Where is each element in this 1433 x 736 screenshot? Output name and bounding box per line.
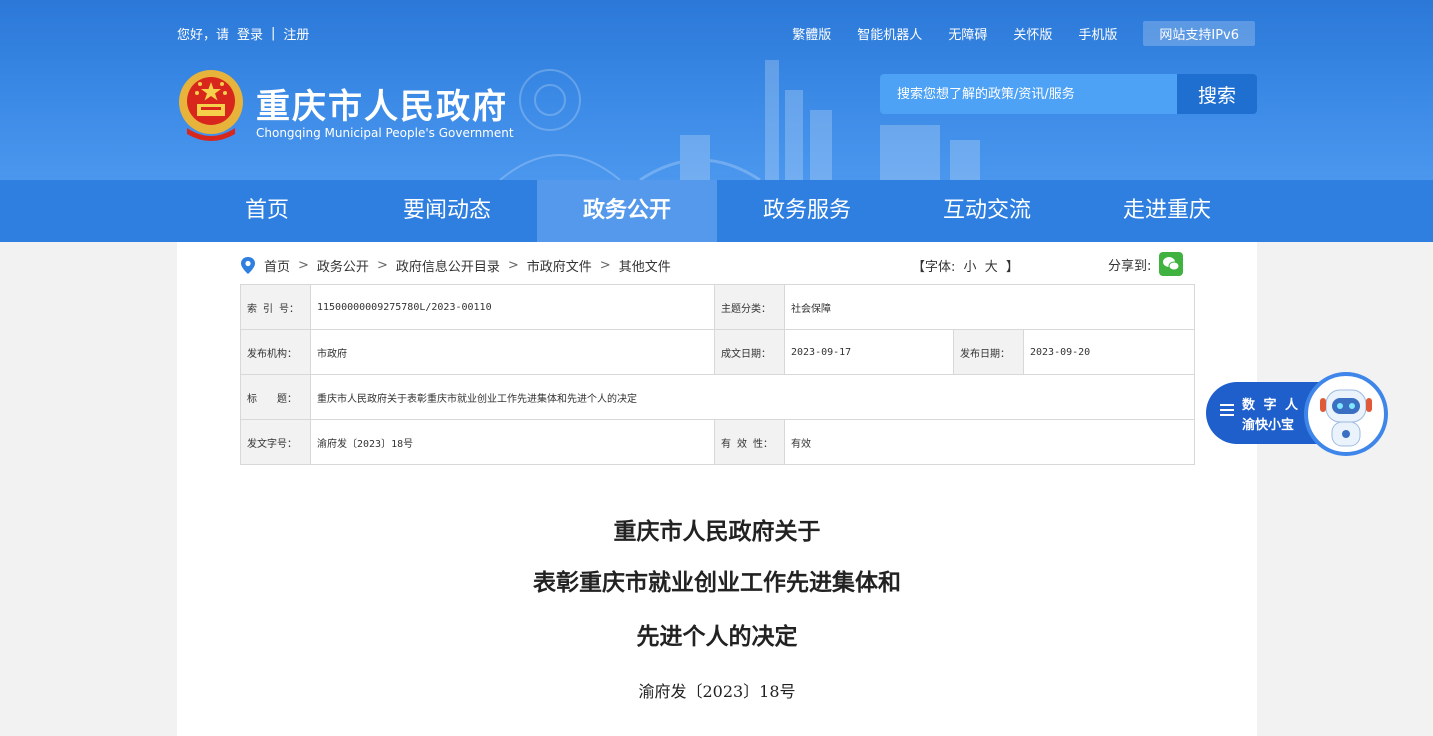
breadcrumb-separator: >: [507, 258, 519, 273]
breadcrumb-separator: >: [298, 258, 309, 273]
published-date-label: 发布日期：: [953, 329, 1024, 375]
written-date-label: 成文日期：: [714, 329, 785, 375]
site-title[interactable]: 重庆市人民政府: [256, 79, 508, 128]
nav-item-government-affairs[interactable]: 政务公开: [537, 180, 717, 242]
accessibility-link[interactable]: 无障碍: [948, 24, 987, 43]
issuer-label: 发布机构：: [240, 329, 311, 375]
font-small-button[interactable]: 小: [964, 260, 977, 275]
care-mode-link[interactable]: 关怀版: [1013, 24, 1052, 43]
validity-label: 有 效 性：: [714, 419, 785, 465]
breadcrumb-info-directory[interactable]: 政府信息公开目录: [396, 256, 500, 275]
font-size-control: 【字体: 小 大 】: [910, 256, 1021, 275]
table-row: 发文字号： 渝府发〔2023〕18号 有 效 性： 有效: [240, 419, 1196, 465]
wechat-share-icon[interactable]: [1159, 252, 1184, 276]
document-title-line-2: 表彰重庆市就业创业工作先进集体和: [533, 569, 901, 596]
robot-avatar-icon[interactable]: [1304, 372, 1388, 456]
nav-item-about-chongqing[interactable]: 走进重庆: [1077, 180, 1257, 242]
robot-link[interactable]: 智能机器人: [857, 24, 922, 43]
assistant-line-2: 渝快小宝: [1242, 418, 1295, 433]
breadcrumb-other-docs[interactable]: 其他文件: [619, 256, 671, 275]
location-pin-icon: [241, 256, 255, 274]
register-link[interactable]: 注册: [283, 24, 309, 43]
login-bar: 您好，请 登录 | 注册: [177, 24, 309, 43]
doc-number-label: 发文字号：: [240, 419, 311, 465]
ipv6-badge: 网站支持IPv6: [1143, 21, 1255, 46]
digital-assistant-widget[interactable]: 数 字 人 渝快小宝: [1206, 372, 1390, 458]
title-label: 标 题：: [240, 374, 311, 420]
share-label: 分享到:: [1108, 258, 1152, 274]
mobile-link[interactable]: 手机版: [1078, 24, 1117, 43]
login-divider: |: [271, 26, 276, 41]
topic-value: 社会保障: [783, 284, 1196, 330]
nav-item-interaction[interactable]: 互动交流: [897, 180, 1077, 242]
font-size-label: 【字体:: [912, 260, 956, 275]
nav-item-services[interactable]: 政务服务: [717, 180, 897, 242]
site-header: 您好，请 登录 | 注册 繁體版 智能机器人 无障碍 关怀版 手机版 网站支持I…: [0, 0, 1433, 180]
site-subtitle: Chongqing Municipal People's Government: [256, 126, 514, 140]
table-row: 索 引 号： 11500000009275780L/2023-00110 主题分…: [240, 284, 1196, 330]
breadcrumb-government-affairs[interactable]: 政务公开: [317, 256, 369, 275]
traditional-chinese-link[interactable]: 繁體版: [792, 24, 831, 43]
index-label: 索 引 号：: [240, 284, 311, 330]
validity-value: 有效: [783, 419, 1196, 465]
written-date-value: 2023-09-17: [784, 329, 954, 375]
breadcrumb-city-docs[interactable]: 市政府文件: [527, 256, 592, 275]
table-row: 发布机构： 市政府 成文日期： 2023-09-17 发布日期： 2023-09…: [240, 329, 1196, 375]
breadcrumb-separator: >: [376, 258, 388, 273]
font-size-close: 】: [1005, 260, 1019, 275]
breadcrumb-home[interactable]: 首页: [264, 256, 290, 275]
utility-links: 繁體版 智能机器人 无障碍 关怀版 手机版 网站支持IPv6: [792, 21, 1255, 46]
document-metadata-table: 索 引 号： 11500000009275780L/2023-00110 主题分…: [240, 284, 1196, 465]
search-box: 搜索: [880, 74, 1257, 114]
login-link[interactable]: 登录: [237, 24, 263, 43]
issuer-value: 市政府: [310, 329, 715, 375]
document-number: 渝府发〔2023〕18号: [638, 682, 796, 701]
breadcrumb: 首页 > 政务公开 > 政府信息公开目录 > 市政府文件 > 其他文件: [240, 256, 671, 275]
breadcrumb-separator: >: [599, 258, 611, 273]
main-nav: 首页 要闻动态 政务公开 政务服务 互动交流 走进重庆: [0, 180, 1433, 242]
table-row: 标 题： 重庆市人民政府关于表彰重庆市就业创业工作先进集体和先进个人的决定: [240, 374, 1196, 420]
share-bar: 分享到:: [1108, 252, 1184, 276]
nav-item-home[interactable]: 首页: [177, 180, 357, 242]
menu-lines-icon: [1220, 404, 1234, 416]
font-large-button[interactable]: 大: [985, 260, 998, 275]
national-emblem-icon: [179, 70, 243, 141]
title-value: 重庆市人民政府关于表彰重庆市就业创业工作先进集体和先进个人的决定: [309, 374, 1196, 420]
nav-item-news[interactable]: 要闻动态: [357, 180, 537, 242]
topic-label: 主题分类：: [714, 284, 785, 330]
document-title-line-3: 先进个人的决定: [636, 623, 798, 650]
document-title-line-1: 重庆市人民政府关于: [613, 518, 821, 545]
doc-number-value: 渝府发〔2023〕18号: [310, 419, 715, 465]
search-button[interactable]: 搜索: [1177, 74, 1257, 114]
assistant-line-1: 数 字 人: [1242, 398, 1301, 413]
greeting-text: 您好，请: [177, 28, 230, 43]
search-input[interactable]: [880, 74, 1177, 114]
published-date-value: 2023-09-20: [1022, 329, 1196, 375]
index-value: 11500000009275780L/2023-00110: [310, 284, 715, 330]
